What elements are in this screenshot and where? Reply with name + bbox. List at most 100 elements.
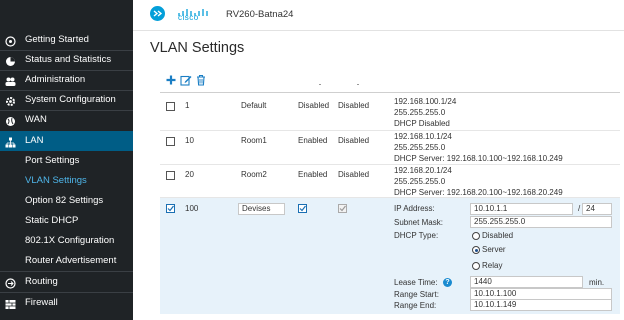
range-end-input[interactable]: 10.10.1.149 [470, 299, 612, 311]
sidebar-item-option-82-settings[interactable]: Option 82 Settings [0, 191, 133, 211]
table-row[interactable]: 1 Default Disabled Disabled 192.168.100.… [160, 94, 620, 131]
inter-vlan-routing: Disabled [298, 101, 330, 110]
sidebar-top [0, 0, 133, 30]
sidebar-item-label: Port Settings [25, 155, 80, 166]
range-end-label: Range End: [394, 301, 437, 310]
row-checkbox-checked[interactable] [166, 204, 175, 213]
row-checkbox[interactable] [166, 137, 175, 146]
lease-time-input[interactable]: 1440 [470, 276, 583, 288]
dhcp-info: DHCP Disabled [394, 119, 450, 128]
page-title: VLAN Settings [150, 40, 245, 56]
vlan-name: Room1 [241, 136, 267, 145]
sidebar-item-port-settings[interactable]: Port Settings [0, 151, 133, 171]
sidebar-item-label: Router Advertisement [25, 255, 117, 266]
subnet-mask: 255.255.255.0 [394, 108, 446, 117]
vlan-id: 20 [185, 170, 194, 179]
network-icon [5, 136, 16, 148]
sidebar-item-label: VLAN Settings [25, 175, 87, 186]
table-header-divider [160, 92, 620, 93]
ip-address: 192.168.100.1/24 [394, 97, 457, 106]
dhcp-info: DHCP Server: 192.168.20.100~192.168.20.2… [394, 188, 563, 197]
sidebar-item-label: Status and Statistics [25, 54, 112, 65]
dhcp-server-radio[interactable] [472, 246, 480, 254]
trash-icon[interactable] [195, 73, 207, 86]
sidebar-item-label: LAN [25, 135, 44, 146]
firewall-icon [5, 298, 16, 309]
subnet-mask: 255.255.255.0 [394, 143, 446, 152]
prefix-length-input[interactable]: 24 [582, 203, 612, 215]
edit-icon[interactable] [180, 73, 192, 86]
subnet-mask-label: Subnet Mask: [394, 218, 443, 227]
gear-icon [5, 95, 16, 106]
range-start-label: Range Start: [394, 290, 439, 299]
prefix-separator: / [578, 204, 581, 213]
table-row[interactable]: 10 Room1 Enabled Disabled 192.168.10.1/2… [160, 131, 620, 165]
vlan-name: Room2 [241, 170, 267, 179]
sidebar-item-lan[interactable]: LAN [0, 131, 133, 151]
ip-address: 192.168.10.1/24 [394, 132, 452, 141]
sidebar-item-label: WAN [25, 114, 47, 125]
vlan-name: Default [241, 101, 267, 110]
sidebar-item-label: Static DHCP [25, 215, 79, 226]
dhcp-disabled-radio[interactable] [472, 232, 480, 240]
sidebar-item-label: 802.1X Configuration [25, 235, 115, 246]
subnet-mask-input[interactable]: 255.255.255.0 [470, 216, 612, 228]
table-row-editing[interactable]: 100 Devises IP Address: 10.10.1.1 / 24 S… [160, 198, 620, 314]
subnet-mask: 255.255.255.0 [394, 177, 446, 186]
vlan-id: 1 [185, 101, 190, 110]
check-icon [167, 205, 174, 212]
sidebar: Getting Started Status and Statistics Ad… [0, 0, 133, 320]
sidebar-item-vlan-settings[interactable]: VLAN Settings [0, 171, 133, 191]
globe-icon [5, 115, 16, 126]
lease-time-unit: min. [589, 278, 605, 287]
dhcp-option-label: Relay [482, 261, 503, 270]
ip-address-label: IP Address: [394, 204, 435, 213]
inter-vlan-routing-checkbox[interactable] [298, 204, 307, 213]
device-management: Disabled [338, 101, 370, 110]
add-icon[interactable] [165, 73, 177, 85]
sidebar-item-wan[interactable]: WAN [0, 110, 133, 130]
sidebar-item-static-dhcp[interactable]: Static DHCP [0, 211, 133, 231]
ip-address-input[interactable]: 10.10.1.1 [470, 203, 573, 215]
app-logo-icon [150, 6, 165, 21]
row-checkbox[interactable] [166, 102, 175, 111]
check-icon [339, 205, 346, 212]
sidebar-item-system-configuration[interactable]: System Configuration [0, 90, 133, 110]
vlan-id: 10 [185, 136, 194, 145]
sidebar-item-label: Routing [25, 276, 58, 287]
sidebar-item-label: Firewall [25, 297, 58, 308]
sidebar-item-label: Getting Started [25, 34, 89, 45]
row-checkbox[interactable] [166, 171, 175, 180]
top-header: cisco RV260-Batna24 [133, 0, 624, 31]
dhcp-info: DHCP Server: 192.168.10.100~192.168.10.2… [394, 154, 563, 163]
inter-vlan-routing: Enabled [298, 136, 328, 145]
dhcp-relay-radio[interactable] [472, 262, 480, 270]
device-management-checkbox[interactable] [338, 204, 347, 213]
column-resize-handle [357, 84, 359, 85]
sidebar-item-getting-started[interactable]: Getting Started [0, 30, 133, 50]
device-name: RV260-Batna24 [226, 9, 294, 20]
dhcp-option-label: Server [482, 245, 506, 254]
ip-address: 192.168.20.1/24 [394, 166, 452, 175]
vlan-id: 100 [185, 204, 199, 213]
sidebar-item-label: Option 82 Settings [25, 195, 104, 206]
routing-icon [5, 277, 16, 289]
getting-started-icon [5, 35, 16, 47]
sidebar-item-status[interactable]: Status and Statistics [0, 50, 133, 70]
sidebar-item-firewall[interactable]: Firewall [0, 293, 133, 313]
column-resize-handle [319, 84, 321, 85]
brand-name: cisco [178, 13, 199, 22]
sidebar-item-label: System Configuration [25, 94, 116, 105]
sidebar-item-label: Administration [25, 74, 86, 85]
sidebar-item-routing[interactable]: Routing [0, 272, 133, 292]
help-icon[interactable]: ? [443, 278, 452, 287]
inter-vlan-routing: Enabled [298, 170, 328, 179]
sidebar-item-router-advertisement[interactable]: Router Advertisement [0, 251, 133, 271]
administration-icon [5, 75, 16, 86]
status-icon [5, 55, 16, 66]
device-management: Disabled [338, 136, 370, 145]
sidebar-item-8021x-configuration[interactable]: 802.1X Configuration [0, 231, 133, 251]
vlan-name-input[interactable]: Devises [238, 203, 285, 215]
table-row[interactable]: 20 Room2 Enabled Disabled 192.168.20.1/2… [160, 165, 620, 198]
sidebar-item-administration[interactable]: Administration [0, 70, 133, 90]
